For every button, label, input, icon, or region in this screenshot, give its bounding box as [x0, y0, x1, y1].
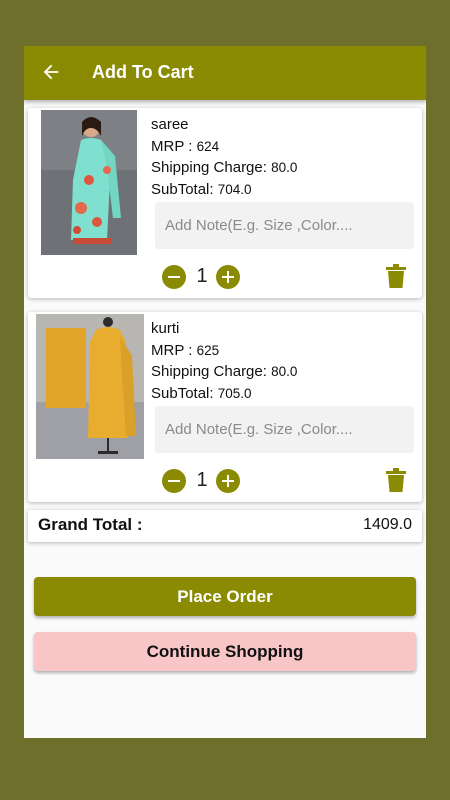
trash-icon[interactable]	[386, 264, 406, 288]
grand-total-value: 1409.0	[363, 516, 412, 533]
grand-total-bar: Grand Total : 1409.0	[28, 510, 422, 542]
cart-item-kurti: kurti MRP : 625 Shipping Charge: 80.0 Su…	[28, 312, 422, 502]
continue-shopping-button[interactable]: Continue Shopping	[34, 632, 416, 671]
note-input-kurti[interactable]	[155, 406, 414, 453]
increase-quantity-button[interactable]	[216, 469, 240, 493]
product-image-kurti[interactable]	[36, 314, 144, 459]
cart-screen: Add To Cart saree MRP : 624 Shipping Cha…	[24, 46, 426, 738]
quantity-value: 1	[196, 469, 208, 491]
arrow-left-icon[interactable]	[40, 61, 62, 83]
item-name: saree	[151, 116, 189, 133]
note-input-saree[interactable]	[155, 202, 414, 249]
app-bar: Add To Cart	[24, 46, 426, 100]
decrease-quantity-button[interactable]	[162, 469, 186, 493]
increase-quantity-button[interactable]	[216, 265, 240, 289]
place-order-button[interactable]: Place Order	[34, 577, 416, 616]
quantity-value: 1	[196, 265, 208, 287]
item-shipping: Shipping Charge: 80.0	[151, 159, 298, 176]
item-info-kurti: kurti MRP : 625 Shipping Charge: 80.0 Su…	[151, 318, 297, 404]
page-title: Add To Cart	[92, 62, 194, 82]
item-info-saree: saree MRP : 624 Shipping Charge: 80.0 Su…	[151, 114, 297, 200]
trash-icon[interactable]	[386, 468, 406, 492]
item-subtotal: SubTotal: 705.0	[151, 384, 252, 402]
item-mrp: MRP : 624	[151, 137, 220, 155]
cart-item-saree: saree MRP : 624 Shipping Charge: 80.0 Su…	[28, 108, 422, 298]
item-mrp: MRP : 625	[151, 341, 220, 359]
item-shipping: Shipping Charge: 80.0	[151, 363, 298, 380]
item-subtotal: SubTotal: 704.0	[151, 180, 252, 198]
decrease-quantity-button[interactable]	[162, 265, 186, 289]
grand-total-label: Grand Total :	[38, 515, 143, 534]
product-image-saree[interactable]	[41, 110, 137, 255]
item-name: kurti	[151, 320, 180, 337]
